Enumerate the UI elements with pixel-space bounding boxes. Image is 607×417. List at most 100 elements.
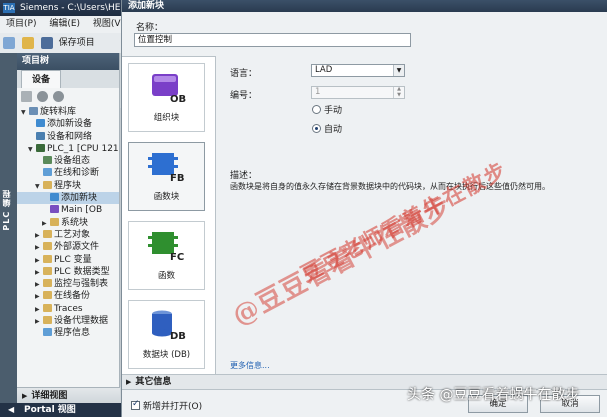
add-and-open-checkbox[interactable]: 新增并打开(O) — [131, 399, 202, 412]
radio-auto[interactable]: 自动 — [312, 122, 342, 135]
expand-arrow-icon: ▶ — [22, 392, 28, 400]
number-spinner-icon[interactable]: ▲ ▼ — [393, 86, 404, 98]
main-toolbar: 保存项目 — [0, 33, 130, 53]
tree-item[interactable]: ▶ PLC 变量 — [17, 254, 119, 266]
expand-arrow-icon[interactable]: ▶ — [35, 267, 43, 278]
block-properties-pane: 语言： LAD ▼ 编号： 1 ▲ ▼ 手动 自动 描述： 函数块是将自身的值永久… — [217, 56, 607, 374]
tree-item[interactable]: 设备组态 — [17, 155, 119, 167]
folder-icon — [43, 180, 52, 189]
expand-arrow-icon[interactable]: ▶ — [35, 291, 43, 302]
project-icon — [29, 107, 38, 115]
tree-item-label: Main [OB — [61, 205, 103, 216]
tia-portal-logo-icon: TIA — [3, 3, 15, 13]
tree-item[interactable]: ▶ 工艺对象 — [17, 229, 119, 241]
collapse-arrow-icon[interactable]: ▼ — [21, 107, 29, 118]
forward-icon[interactable] — [52, 91, 64, 102]
expand-arrow-icon: ▶ — [126, 378, 132, 386]
expand-arrow-icon[interactable]: ▶ — [42, 218, 50, 229]
expand-arrow-icon[interactable]: ▶ — [35, 279, 43, 290]
portal-view-label: Portal 视图 — [24, 405, 76, 415]
expand-arrow-icon[interactable]: ▶ — [35, 316, 43, 327]
add-and-open-label: 新增并打开(O) — [143, 402, 203, 412]
block-type-fc[interactable]: FC 函数 — [128, 221, 205, 290]
collapse-arrow-icon[interactable]: ▼ — [28, 144, 36, 155]
expand-arrow-icon[interactable]: ▶ — [35, 304, 43, 315]
window-title: Siemens - C:\Users\HE — [20, 3, 121, 13]
tree-item[interactable]: ▼ 旋转料库 — [17, 106, 119, 118]
expand-arrow-icon[interactable]: ▶ — [35, 230, 43, 241]
block-type-fb[interactable]: FB 函数块 — [128, 142, 205, 211]
tree-item-label: 添加新块 — [61, 193, 98, 204]
datatype-icon — [43, 266, 52, 275]
tree-item[interactable]: ▼ PLC_1 [CPU 121 — [17, 143, 119, 155]
project-tree-panel: 项目树 设备 ▼ 旋转料库 添加新设备 设备和网络 ▼ PLC_1 [CPU 121 设备组… — [17, 53, 120, 387]
tree-item[interactable]: 设备和网络 — [17, 131, 119, 143]
description-text: 函数块是将自身的值永久存储在背景数据块中的代码块，从而在块执行后这些值仍然可用。 — [230, 182, 550, 191]
tree-item[interactable]: ▶ 监控与强制表 — [17, 278, 119, 290]
proxy-icon — [43, 316, 52, 325]
back-icon[interactable] — [36, 91, 48, 102]
tree-item[interactable]: Main [OB — [17, 204, 119, 216]
block-type-ob[interactable]: OB 组织块 — [128, 63, 205, 132]
block-number-input[interactable]: 1 ▲ ▼ — [311, 86, 405, 99]
save-project-button[interactable]: 保存项目 — [59, 33, 95, 53]
portal-side-strip: PLC 编程 — [0, 53, 17, 403]
project-tree-toolbar — [17, 88, 119, 106]
radio-manual[interactable]: 手动 — [312, 103, 342, 116]
extra-info-section[interactable]: ▶ 其它信息 — [122, 374, 607, 390]
tab-devices[interactable]: 设备 — [21, 70, 62, 88]
tree-item-label: PLC 变量 — [54, 254, 92, 265]
ob-icon — [50, 205, 59, 214]
block-type-db[interactable]: DB 数据块 (DB) — [128, 300, 205, 369]
expand-arrow-icon[interactable]: ▶ — [35, 242, 43, 253]
tree-item-label: 添加新设备 — [47, 119, 93, 130]
menu-project[interactable]: 项目(P) — [0, 16, 40, 33]
info-icon — [43, 328, 52, 337]
cancel-button[interactable]: 取消 — [540, 395, 600, 413]
portal-view-button[interactable]: ◀ Portal 视图 — [0, 403, 130, 417]
tree-item[interactable]: 添加新块 — [17, 192, 119, 205]
dialog-title: 添加新块 — [122, 0, 607, 12]
tree-item[interactable]: 在线和诊断 — [17, 167, 119, 179]
menu-edit[interactable]: 编辑(E) — [43, 16, 84, 33]
block-name-input[interactable]: 位置控制 — [134, 33, 411, 47]
checkbox-box[interactable] — [131, 399, 140, 410]
fc-block-icon: FC — [148, 232, 184, 262]
project-tree-tabs: 设备 — [17, 70, 119, 88]
expand-arrow-icon[interactable]: ▶ — [35, 255, 43, 266]
radio-auto-circle[interactable] — [312, 124, 321, 133]
tree-item-label: 程序块 — [54, 180, 82, 191]
svg-text:DB: DB — [170, 331, 186, 341]
more-info-link[interactable]: 更多信息... — [230, 360, 270, 371]
collapse-arrow-icon[interactable]: ▼ — [35, 181, 43, 192]
tree-item-label: 程序信息 — [54, 328, 91, 339]
folder-icon — [50, 217, 59, 226]
svg-text:FB: FB — [170, 173, 184, 183]
tree-item[interactable]: ▶ Traces — [17, 303, 119, 315]
detail-view-header[interactable]: ▶ 详细视图 — [17, 387, 120, 403]
dialog-footer: 新增并打开(O) 确定 取消 — [122, 390, 607, 417]
chevron-down-icon[interactable]: ▼ — [393, 65, 404, 76]
tree-item[interactable]: ▶ 系统块 — [17, 217, 119, 229]
tree-item[interactable]: ▼ 程序块 — [17, 180, 119, 192]
number-label: 编号： — [230, 91, 258, 101]
ob-block-icon: OB — [152, 74, 186, 104]
tree-item[interactable]: 添加新设备 — [17, 118, 119, 130]
menu-bar: 项目(P) 编辑(E) 视图(V) — [0, 16, 130, 33]
plc-programming-tab[interactable]: PLC 编程 — [1, 189, 15, 231]
tree-item[interactable]: ▶ 设备代理数据 — [17, 315, 119, 327]
ok-button[interactable]: 确定 — [468, 395, 528, 413]
language-select[interactable]: LAD ▼ — [311, 64, 405, 77]
open-project-icon[interactable] — [21, 37, 34, 49]
tree-item[interactable]: ▶ PLC 数据类型 — [17, 266, 119, 278]
tree-item[interactable]: 程序信息 — [17, 327, 119, 339]
radio-manual-circle[interactable] — [312, 105, 321, 114]
new-project-icon[interactable] — [3, 37, 15, 49]
extra-info-label: 其它信息 — [135, 377, 172, 387]
tree-view-icon[interactable] — [21, 91, 32, 102]
tree-item[interactable]: ▶ 外部源文件 — [17, 241, 119, 253]
fb-block-label: 函数块 — [153, 192, 180, 202]
save-icon[interactable] — [40, 37, 53, 49]
tree-item[interactable]: ▶ 在线备份 — [17, 290, 119, 302]
block-number-value: 1 — [315, 87, 321, 97]
